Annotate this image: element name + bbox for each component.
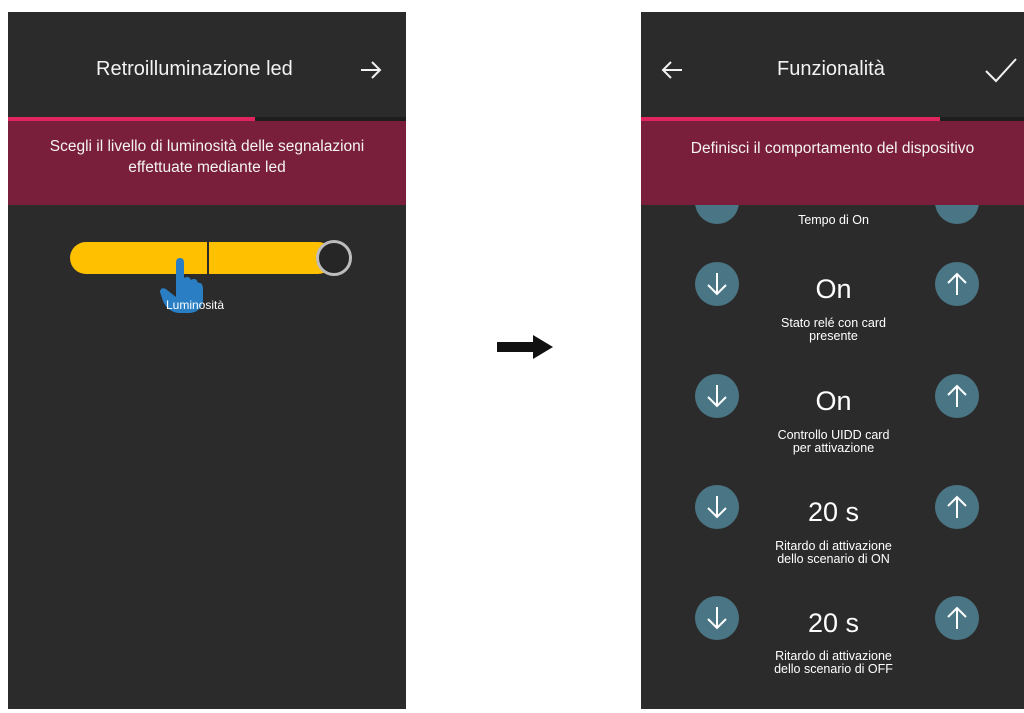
slider-label: Luminosità bbox=[166, 298, 225, 312]
slider-midpoint bbox=[207, 242, 209, 274]
setting-label: Ritardo di attivazione dello scenario di … bbox=[751, 650, 916, 676]
arrow-down-icon bbox=[707, 385, 727, 408]
setting-value: On bbox=[815, 386, 852, 416]
arrow-left-icon bbox=[661, 61, 682, 79]
instruction-banner: Scegli il livello di luminosità delle se… bbox=[8, 121, 406, 205]
instruction-banner: Definisci il comportamento del dispositi… bbox=[641, 121, 1024, 205]
increase-button[interactable] bbox=[935, 262, 979, 306]
arrow-up-icon bbox=[947, 384, 967, 407]
setting-label-line-2: dello scenario di ON bbox=[777, 552, 890, 566]
setting-value: On bbox=[815, 274, 852, 304]
arrow-up-icon bbox=[947, 495, 967, 518]
arrow-right-icon bbox=[497, 335, 553, 364]
brightness-slider[interactable] bbox=[70, 240, 352, 276]
arrow-down-icon bbox=[707, 273, 727, 296]
increase-button[interactable] bbox=[935, 374, 979, 418]
page-title: Funzionalità bbox=[777, 58, 885, 80]
page-title: Retroilluminazione led bbox=[96, 58, 293, 80]
functionality-screen: Funzionalità Tempo di On On Stato relé c… bbox=[641, 12, 1024, 709]
setting-value: 20 s bbox=[807, 497, 860, 527]
top-bar: Funzionalità bbox=[641, 12, 1024, 119]
arrow-up-icon bbox=[947, 606, 967, 629]
setting-label-line-2: dello scenario di OFF bbox=[774, 662, 893, 676]
instruction-line-2: effettuate mediante led bbox=[128, 159, 286, 176]
instruction-text: Definisci il comportamento del dispositi… bbox=[690, 140, 975, 157]
arrow-up-icon bbox=[947, 272, 967, 295]
arrow-right-icon bbox=[361, 61, 382, 79]
confirm-button[interactable] bbox=[983, 54, 1019, 86]
back-button[interactable] bbox=[657, 56, 687, 84]
decrease-button[interactable] bbox=[695, 262, 739, 306]
setting-label: Ritardo di attivazione dello scenario di … bbox=[751, 540, 916, 566]
setting-value: 20 s bbox=[807, 608, 860, 638]
next-button[interactable] bbox=[356, 56, 386, 84]
decrease-button[interactable] bbox=[695, 485, 739, 529]
arrow-down-icon bbox=[707, 496, 727, 519]
led-backlight-screen: Retroilluminazione led Scegli il livello… bbox=[8, 12, 406, 709]
setting-label: Stato relé con card presente bbox=[751, 317, 916, 343]
increase-button[interactable] bbox=[935, 485, 979, 529]
top-bar: Retroilluminazione led bbox=[8, 12, 406, 119]
slider-thumb[interactable] bbox=[316, 240, 352, 276]
decrease-button[interactable] bbox=[695, 596, 739, 640]
setting-label: Tempo di On bbox=[798, 213, 869, 227]
setting-label-line-2: presente bbox=[809, 329, 858, 343]
setting-label-line-2: per attivazione bbox=[792, 441, 875, 455]
arrow-down-icon bbox=[707, 607, 727, 630]
setting-label: Controllo UIDD card per attivazione bbox=[751, 429, 916, 455]
decrease-button[interactable] bbox=[695, 374, 739, 418]
instruction-line-1: Scegli il livello di luminosità delle se… bbox=[49, 138, 365, 155]
check-icon bbox=[985, 58, 1017, 83]
increase-button[interactable] bbox=[935, 596, 979, 640]
